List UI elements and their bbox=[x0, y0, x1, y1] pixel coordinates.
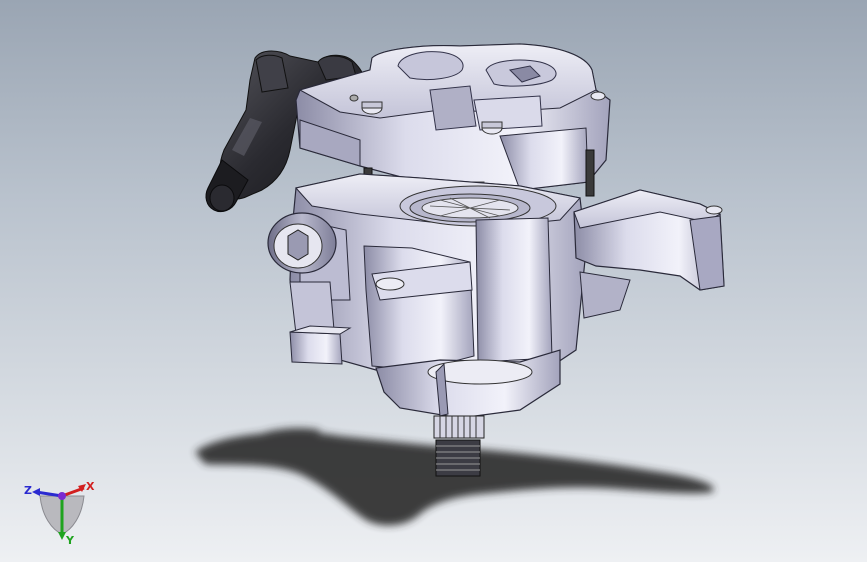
triad-origin bbox=[58, 492, 66, 500]
splined-shaft[interactable] bbox=[433, 415, 485, 477]
graphics-viewport[interactable]: X Z Y bbox=[0, 0, 867, 562]
z-axis-arrow bbox=[32, 488, 40, 496]
model-scene[interactable] bbox=[0, 0, 867, 562]
mounting-bracket[interactable] bbox=[573, 189, 725, 319]
x-axis-label: X bbox=[86, 480, 95, 493]
bolt-head bbox=[481, 121, 503, 135]
y-axis-arrow bbox=[58, 532, 66, 540]
z-axis-label: Z bbox=[24, 484, 32, 497]
hex-plug[interactable] bbox=[267, 212, 337, 274]
bolt-head bbox=[361, 101, 383, 115]
orientation-triad[interactable]: X Z Y bbox=[18, 474, 102, 546]
y-axis-label: Y bbox=[65, 534, 75, 546]
mounting-tab bbox=[289, 325, 352, 365]
bolt-head bbox=[590, 91, 606, 101]
